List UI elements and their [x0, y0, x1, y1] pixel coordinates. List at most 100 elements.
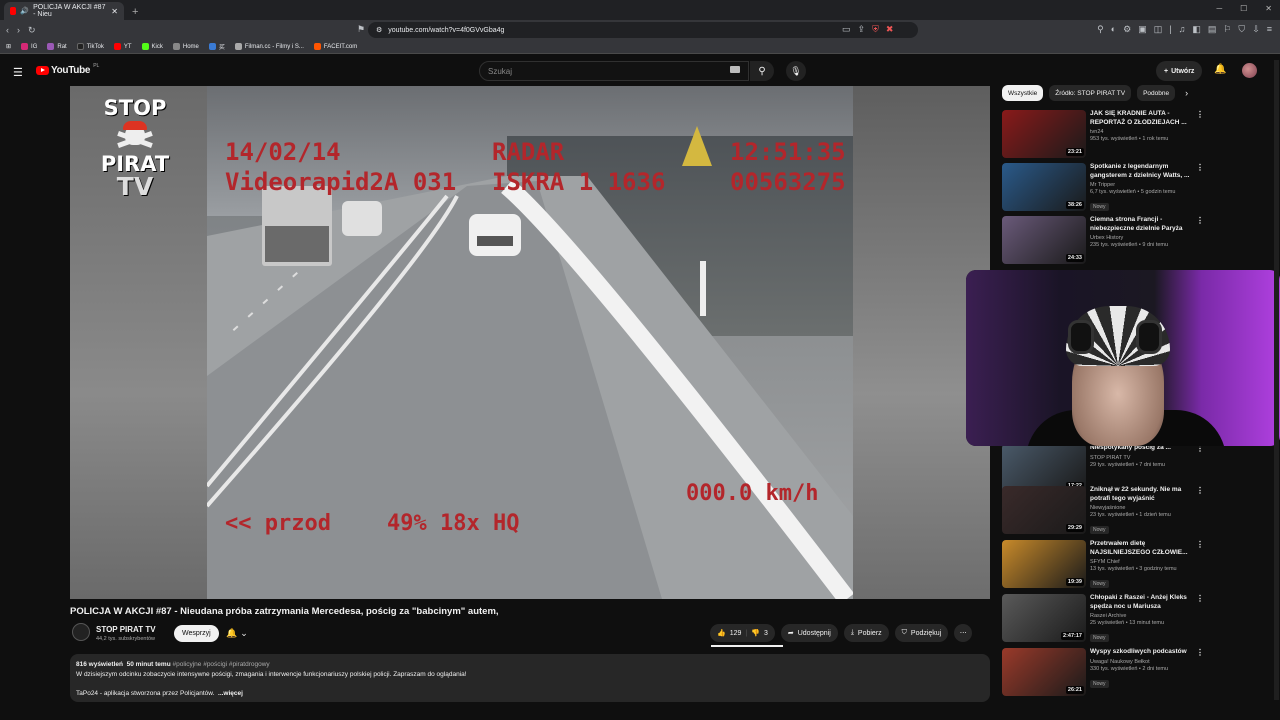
extension-icon-5[interactable]: ◫	[1154, 24, 1163, 35]
video-thumbnail[interactable]: 38:26	[1002, 163, 1086, 211]
video-thumbnail[interactable]: 26:21	[1002, 648, 1086, 696]
video-thumbnail[interactable]: 23:21	[1002, 110, 1086, 158]
close-window-icon[interactable]: ✕	[1265, 4, 1272, 13]
close-tab-icon[interactable]: ✕	[111, 7, 118, 16]
bookmark-1[interactable]: Rat	[47, 43, 67, 50]
extension-icon-3[interactable]: ⚙	[1123, 24, 1131, 35]
recommendation-title[interactable]: Przetrwałem dietę NAJSILNIEJSZEGO CZŁOWI…	[1090, 540, 1200, 557]
bookmark-2[interactable]: TikTok	[76, 43, 104, 50]
more-vertical-icon[interactable]: ⋮	[1196, 540, 1204, 549]
video-player[interactable]: STOP PIRAT TV 14/02/14 RADAR 12:51:35 Vi…	[70, 86, 990, 599]
thanks-button[interactable]: ⛉ Podziękuj	[894, 624, 949, 642]
share-button[interactable]: ➦ Udostępnij	[780, 624, 838, 642]
reload-icon[interactable]: ↻	[28, 25, 36, 36]
back-icon[interactable]: ‹	[6, 25, 9, 35]
recommendation-item[interactable]: 2:47:17 Chłopaki z Raszei - Anżej Kleks s…	[1002, 594, 1280, 644]
cast-icon[interactable]: ▭	[842, 24, 851, 35]
recommendation-title[interactable]: Ciemna strona Francji - niebezpieczne dz…	[1090, 216, 1200, 233]
recommendation-channel[interactable]: Raszei Archive	[1090, 613, 1200, 619]
recommendation-channel[interactable]: Uwaga! Naukowy Bełkot	[1090, 659, 1200, 665]
video-thumbnail[interactable]: 24:33	[1002, 216, 1086, 264]
share-page-icon[interactable]: ⇪	[858, 24, 866, 35]
page-scrollbar[interactable]	[1274, 60, 1279, 700]
video-thumbnail[interactable]: 17:22	[1002, 444, 1086, 492]
hamburger-menu-icon[interactable]: ☰	[13, 66, 23, 79]
recommendation-channel[interactable]: Mr Tripper	[1090, 182, 1200, 188]
bookmark-0[interactable]: IG	[21, 43, 37, 50]
recommendation-item[interactable]: 23:21 JAK SIĘ KRADNIE AUTA - REPORTAŻ O Z…	[1002, 110, 1280, 160]
video-thumbnail[interactable]: 29:29	[1002, 486, 1086, 534]
create-button[interactable]: + Utwórz	[1156, 61, 1203, 81]
chip-similar[interactable]: Podobne	[1137, 85, 1176, 101]
chevron-right-icon[interactable]: ›	[1185, 88, 1188, 98]
search-button[interactable]: ⚲	[750, 61, 774, 81]
site-info-icon[interactable]: ⚙	[376, 26, 382, 34]
more-vertical-icon[interactable]: ⋮	[1196, 110, 1204, 119]
bookmark-6[interactable]: 买	[208, 42, 225, 51]
minimize-icon[interactable]: ─	[1216, 4, 1222, 13]
chip-all[interactable]: Wszystkie	[1002, 85, 1044, 101]
extension-icon-1[interactable]: ⚲	[1097, 24, 1104, 35]
thumbs-down-icon[interactable]: 👎	[751, 629, 760, 637]
profile-shield-icon[interactable]: ⛉	[1238, 24, 1245, 35]
more-vertical-icon[interactable]: ⋮	[1196, 216, 1204, 225]
dashcam-video-frame[interactable]: 14/02/14 RADAR 12:51:35 Videorapid2A 031…	[207, 86, 853, 599]
notifications-bell-icon[interactable]: 🔔	[1214, 64, 1226, 75]
video-thumbnail[interactable]: 2:47:17	[1002, 594, 1086, 642]
download-button[interactable]: ⤓ Pobierz	[843, 624, 889, 642]
extension-icon-2[interactable]: ◐	[1111, 24, 1116, 35]
youtube-logo[interactable]: YouTube PL	[36, 63, 99, 76]
search-input[interactable]: Szukaj	[479, 61, 749, 81]
address-bar[interactable]: ⚙ youtube.com/watch?v=4f0GVvGba4g	[368, 22, 918, 38]
show-more-link[interactable]: ...więcej	[218, 690, 243, 697]
more-actions-button[interactable]: ⋯	[954, 624, 973, 642]
user-avatar[interactable]	[1242, 63, 1257, 78]
music-icon[interactable]: ♫	[1179, 24, 1186, 35]
recommendation-item[interactable]: 19:39 Przetrwałem dietę NAJSILNIEJSZEGO C…	[1002, 540, 1280, 590]
recommendation-item[interactable]: 24:33 Ciemna strona Francji - niebezpiecz…	[1002, 216, 1280, 266]
video-thumbnail[interactable]: 19:39	[1002, 540, 1086, 588]
bookmark-5[interactable]: Home	[172, 43, 199, 50]
support-button[interactable]: Wesprzyj	[174, 625, 219, 642]
recommendation-title[interactable]: Spotkanie z legendarnym gangsterem z dzi…	[1090, 163, 1200, 180]
recommendation-title[interactable]: Wyspy szkodliwych podcastów	[1090, 648, 1200, 657]
channel-name[interactable]: STOP PIRAT TV	[96, 625, 156, 634]
recommendation-title[interactable]: Chłopaki z Raszei - Anżej Kleks spędza n…	[1090, 594, 1200, 611]
bookmark-4[interactable]: Kick	[141, 43, 163, 50]
menu-icon[interactable]: ≡	[1267, 24, 1272, 35]
extension-icon-4[interactable]: ▣	[1138, 24, 1147, 35]
download-icon[interactable]: ⇩	[1252, 24, 1260, 35]
recommendation-title[interactable]: Zniknął w 22 sekundy. Nie ma potrafi teg…	[1090, 486, 1200, 503]
more-vertical-icon[interactable]: ⋮	[1196, 163, 1204, 172]
recommendation-channel[interactable]: tvn24	[1090, 129, 1200, 135]
forward-icon[interactable]: ›	[17, 25, 20, 35]
sidebar-icon[interactable]: ◧	[1192, 24, 1201, 35]
apps-grid-icon[interactable]: ⊞	[6, 43, 11, 50]
new-tab-button[interactable]: +	[132, 6, 138, 18]
recommendation-channel[interactable]: Urbex History	[1090, 235, 1200, 241]
pin-icon[interactable]: ⚐	[1223, 24, 1231, 35]
description-box[interactable]: 816 wyświetleń 50 minut temu #policyjne …	[70, 654, 990, 702]
extension-adblock-icon[interactable]: ✖	[886, 24, 894, 35]
channel-avatar[interactable]	[72, 623, 90, 641]
extension-shield-icon[interactable]: ⛨	[872, 24, 879, 35]
maximize-icon[interactable]: ☐	[1240, 4, 1247, 13]
more-vertical-icon[interactable]: ⋮	[1196, 648, 1204, 657]
bookmark-7[interactable]: Filman.cc - Filmy i S...	[234, 43, 304, 50]
browser-tab-active[interactable]: 🔊 POLICJA W AKCJI #87 - Nieu ✕	[4, 2, 124, 20]
tabs-icon[interactable]: ▤	[1208, 24, 1217, 35]
recommendation-channel[interactable]: STOP PIRAT TV	[1090, 455, 1200, 461]
chip-source[interactable]: Źródło: STOP PIRAT TV	[1049, 85, 1132, 101]
subscription-bell-button[interactable]: 🔔 ⌄	[226, 625, 256, 642]
bookmark-star-icon[interactable]: ⚑	[357, 24, 365, 35]
bookmark-8[interactable]: FACEIT.com	[313, 43, 357, 50]
bookmark-3[interactable]: YT	[113, 43, 132, 50]
more-vertical-icon[interactable]: ⋮	[1196, 594, 1204, 603]
recommendation-channel[interactable]: Niewyjaśnione	[1090, 505, 1200, 511]
recommendation-title[interactable]: JAK SIĘ KRADNIE AUTA - REPORTAŻ O ZŁODZI…	[1090, 110, 1200, 127]
more-vertical-icon[interactable]: ⋮	[1196, 486, 1204, 495]
keyboard-icon[interactable]	[730, 66, 740, 73]
recommendation-channel[interactable]: SFYM Chief	[1090, 559, 1200, 565]
recommendation-item[interactable]: 29:29 Zniknął w 22 sekundy. Nie ma potraf…	[1002, 486, 1280, 536]
like-button[interactable]: 👍 129 | 👎 3	[710, 624, 775, 642]
